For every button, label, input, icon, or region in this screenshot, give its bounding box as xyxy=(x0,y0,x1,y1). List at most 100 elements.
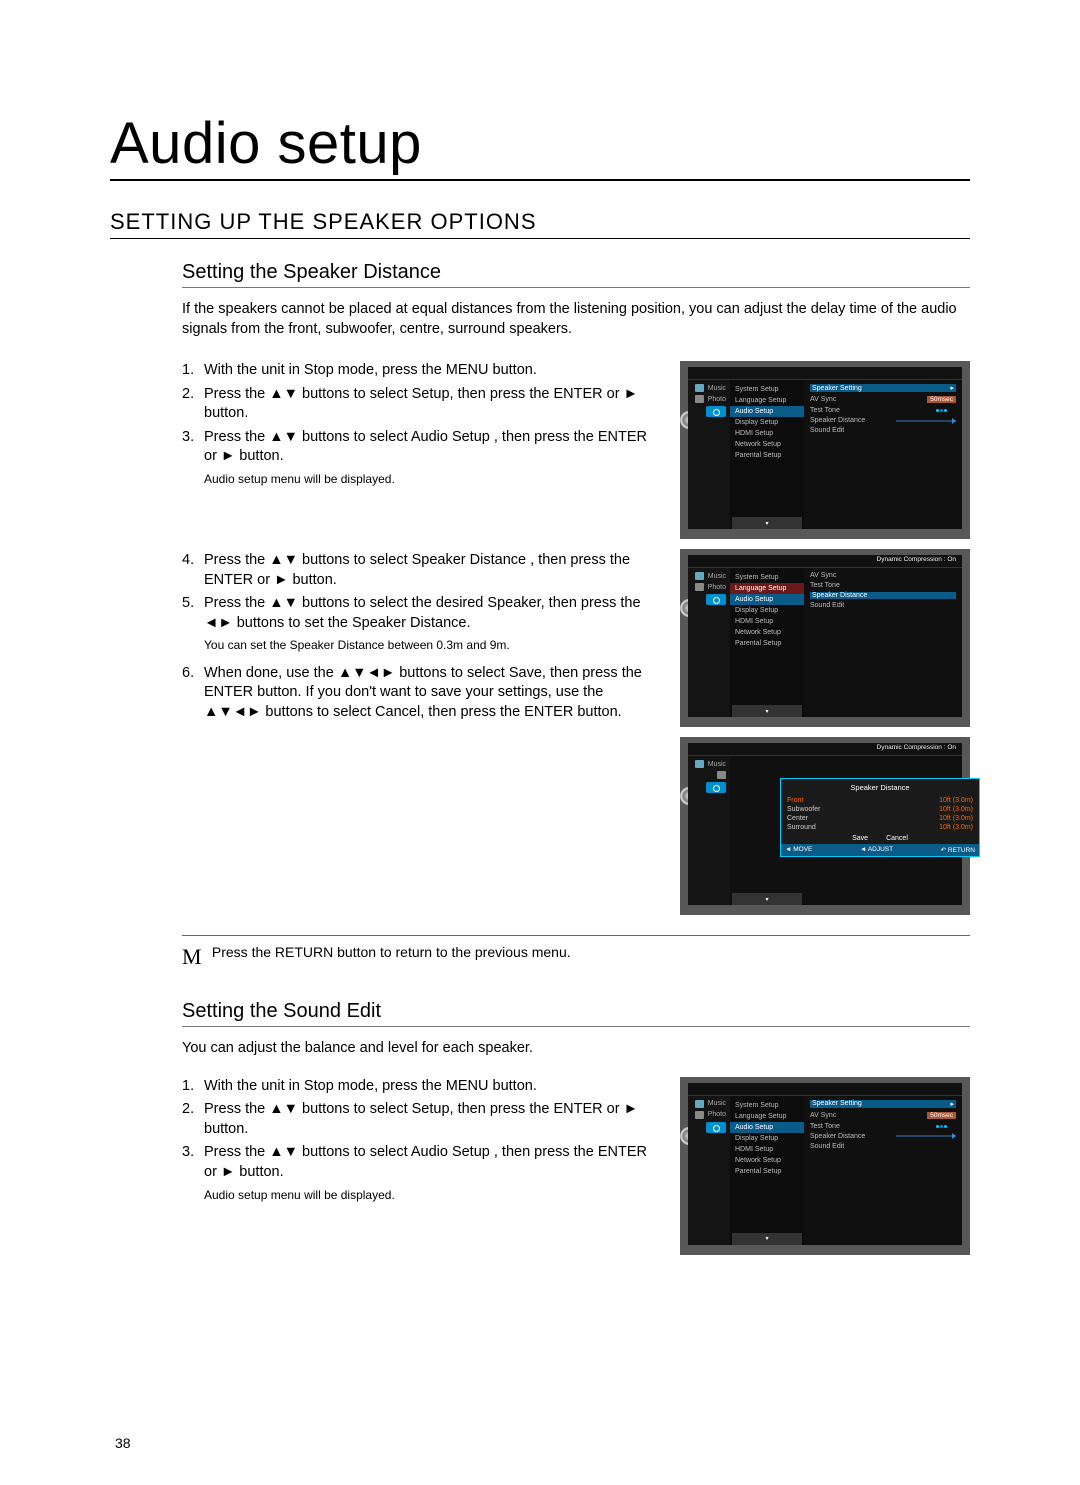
step-number: 4. xyxy=(182,551,204,590)
step-text: Press the ▲▼ buttons to select Audio Set… xyxy=(204,428,658,467)
step-number: 2. xyxy=(182,385,204,424)
menu-item: Parental Setup xyxy=(730,1166,804,1177)
label: Music xyxy=(708,385,726,392)
detail-label: Speaker Distance xyxy=(812,592,867,599)
menu-item: Language Setup xyxy=(730,395,804,406)
osd-footer: ▾ xyxy=(732,517,802,529)
menu-item: Network Setup xyxy=(730,439,804,450)
row-val: 10ft (3.0m) xyxy=(939,806,973,813)
step-number: 1. xyxy=(182,361,204,381)
save-button: Save xyxy=(852,835,868,842)
menu-item: Network Setup xyxy=(730,627,804,638)
speaker-distance-panel: Speaker Distance Front 10ft (3.0m) Subwoo… xyxy=(780,778,980,857)
detail-label: Speaker Distance xyxy=(810,1133,865,1140)
menu-item: Display Setup xyxy=(730,605,804,616)
step-text: With the unit in Stop mode, press the ME… xyxy=(204,361,658,381)
step-text: Press the ▲▼ buttons to select the desir… xyxy=(204,594,658,633)
step-number: 6. xyxy=(182,664,204,723)
osd-footer: ▾ xyxy=(732,1233,802,1245)
cancel-button: Cancel xyxy=(886,835,908,842)
menu-item: Parental Setup xyxy=(730,638,804,649)
menu-item: System Setup xyxy=(730,1100,804,1111)
detail-label: Speaker Distance xyxy=(810,417,865,424)
setup-icon xyxy=(706,782,726,793)
detail-label: Test Tone xyxy=(810,582,840,589)
note-icon: M xyxy=(182,944,208,970)
hint-adjust: ADJUST xyxy=(860,846,893,854)
panel-title: Speaker Distance xyxy=(787,783,973,792)
hint-return: RETURN xyxy=(941,846,975,854)
hint-move: MOVE xyxy=(785,846,812,854)
av-sync-value: 50msec xyxy=(927,1112,956,1119)
row-key: Center xyxy=(787,815,808,822)
detail-label: Sound Edit xyxy=(810,427,844,434)
setup-icon xyxy=(706,1122,726,1133)
osd-footer: ▾ xyxy=(732,705,802,717)
step-note: Audio setup menu will be displayed. xyxy=(204,471,658,487)
detail-label: AV Sync xyxy=(810,572,836,579)
step-number: 2. xyxy=(182,1100,204,1139)
subheading-speaker-distance: Setting the Speaker Distance xyxy=(182,261,970,288)
detail-label: Speaker Setting xyxy=(812,1100,862,1107)
label: Music xyxy=(708,573,726,580)
label: Photo xyxy=(708,1111,726,1118)
photo-icon xyxy=(717,771,726,779)
detail-label: Sound Edit xyxy=(810,602,844,609)
detail-label: Speaker Setting xyxy=(812,385,862,392)
menu-item: Display Setup xyxy=(730,1133,804,1144)
music-icon xyxy=(695,572,704,580)
detail-label: AV Sync xyxy=(810,1112,836,1119)
row-key: Front xyxy=(787,797,803,804)
menu-item: Language Setup xyxy=(730,1111,804,1122)
music-icon xyxy=(695,760,704,768)
setup-icon xyxy=(706,406,726,417)
detail-label: Test Tone xyxy=(810,407,840,414)
step-number: 3. xyxy=(182,1143,204,1182)
menu-item: Parental Setup xyxy=(730,450,804,461)
detail-label: Sound Edit xyxy=(810,1143,844,1150)
row-val: 10ft (3.0m) xyxy=(939,797,973,804)
label: Music xyxy=(708,1100,726,1107)
row-key: Surround xyxy=(787,824,816,831)
osd-screenshot-audio-setup: Music Photo System Setup Language Setup … xyxy=(680,361,970,539)
step-number: 3. xyxy=(182,428,204,467)
step-text: When done, use the ▲▼◄► buttons to selec… xyxy=(204,664,658,723)
steps-speaker-distance: 1.With the unit in Stop mode, press the … xyxy=(182,361,658,915)
menu-item: Network Setup xyxy=(730,1155,804,1166)
step-note: Audio setup menu will be displayed. xyxy=(204,1187,658,1203)
step-number: 5. xyxy=(182,594,204,633)
page-title: Audio setup xyxy=(110,110,970,181)
menu-item: System Setup xyxy=(730,384,804,395)
setup-icon xyxy=(706,594,726,605)
label: Photo xyxy=(708,584,726,591)
photo-icon xyxy=(695,395,704,403)
step-note: You can set the Speaker Distance between… xyxy=(204,637,658,653)
music-icon xyxy=(695,384,704,392)
photo-icon xyxy=(695,583,704,591)
menu-item-selected: Audio Setup xyxy=(730,406,804,417)
osd-screenshot-speaker-distance-panel: Dynamic Compression : On Music Speaker D… xyxy=(680,737,970,915)
menu-item: HDMI Setup xyxy=(730,616,804,627)
menu-item-selected: Audio Setup xyxy=(730,594,804,605)
menu-item: HDMI Setup xyxy=(730,428,804,439)
row-key: Subwoofer xyxy=(787,806,820,813)
menu-item: HDMI Setup xyxy=(730,1144,804,1155)
photo-icon xyxy=(695,1111,704,1119)
music-icon xyxy=(695,1100,704,1108)
detail-label: AV Sync xyxy=(810,396,836,403)
step-text: Press the ▲▼ buttons to select Speaker D… xyxy=(204,551,658,590)
steps-sound-edit: 1.With the unit in Stop mode, press the … xyxy=(182,1077,658,1255)
intro-text: If the speakers cannot be placed at equa… xyxy=(182,300,970,339)
menu-item: Display Setup xyxy=(730,417,804,428)
step-text: Press the ▲▼ buttons to select Audio Set… xyxy=(204,1143,658,1182)
osd-screenshot-audio-setup-2: Music Photo System Setup Language Setup … xyxy=(680,1077,970,1255)
osd-footer: ▾ xyxy=(732,893,802,905)
step-text: With the unit in Stop mode, press the ME… xyxy=(204,1077,658,1097)
step-text: Press the ▲▼ buttons to select Setup, th… xyxy=(204,385,658,424)
osd-screenshot-speaker-distance-list: Dynamic Compression : On Music Photo Sys… xyxy=(680,549,970,727)
row-val: 10ft (3.0m) xyxy=(939,824,973,831)
dyn-comp-label: Dynamic Compression : On xyxy=(688,743,962,754)
row-val: 10ft (3.0m) xyxy=(939,815,973,822)
dyn-comp-label: Dynamic Compression : On xyxy=(688,555,962,566)
subheading-sound-edit: Setting the Sound Edit xyxy=(182,1000,970,1027)
